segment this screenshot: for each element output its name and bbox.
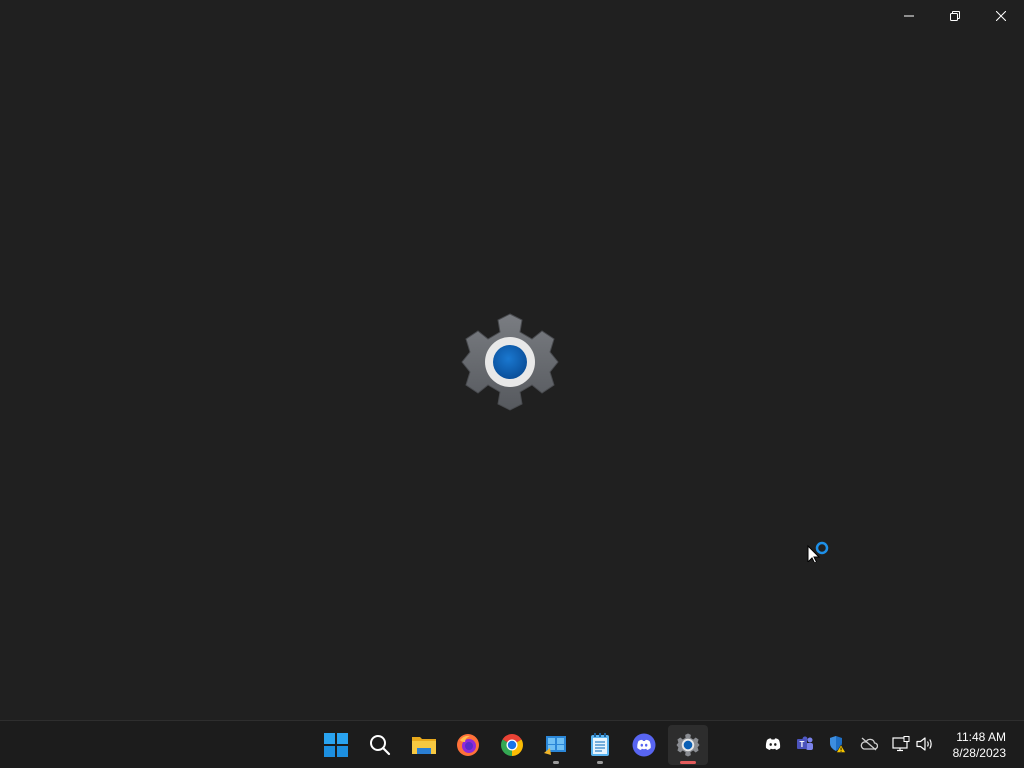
svg-text:T: T: [800, 740, 805, 749]
windows-logo-icon: [324, 733, 348, 757]
control-panel-icon: [544, 736, 566, 755]
discord-button[interactable]: [624, 725, 664, 765]
file-explorer-button[interactable]: [404, 725, 444, 765]
search-button[interactable]: [360, 725, 400, 765]
restore-button[interactable]: [932, 0, 978, 32]
close-icon: [996, 11, 1006, 21]
control-panel-button[interactable]: [536, 725, 576, 765]
chrome-icon: [501, 734, 523, 756]
caption-buttons: [886, 0, 1024, 32]
defender-warning-icon[interactable]: [826, 733, 848, 755]
firefox-button[interactable]: [448, 725, 488, 765]
settings-window: [0, 0, 1024, 720]
settings-button[interactable]: [668, 725, 708, 765]
minimize-button[interactable]: [886, 0, 932, 32]
folder-icon: [412, 737, 436, 754]
notepad-icon: [591, 733, 609, 756]
volume-icon[interactable]: [914, 733, 936, 755]
running-indicator: [597, 761, 603, 764]
settings-gear-icon: [676, 733, 700, 757]
chrome-button[interactable]: [492, 725, 532, 765]
busy-cursor-icon: [807, 541, 829, 562]
system-clock[interactable]: 11:48 AM 8/28/2023: [953, 729, 1006, 761]
network-icon[interactable]: [890, 733, 912, 755]
settings-gear-icon: [461, 313, 559, 411]
search-icon: [370, 735, 391, 756]
discord-icon: [632, 733, 656, 757]
clock-date: 8/28/2023: [952, 746, 1006, 760]
active-indicator: [680, 761, 696, 764]
running-indicator: [553, 761, 559, 764]
close-button[interactable]: [978, 0, 1024, 32]
restore-icon: [950, 11, 960, 21]
notepad-button[interactable]: [580, 725, 620, 765]
discord-tray-icon[interactable]: [762, 733, 784, 755]
start-button[interactable]: [316, 725, 356, 765]
teams-icon[interactable]: T: [794, 733, 816, 755]
taskbar: T 11:48 AM 8/28/2023: [0, 720, 1024, 768]
minimize-icon: [904, 15, 914, 17]
clock-time: 11:48 AM: [956, 730, 1006, 744]
firefox-icon: [457, 734, 479, 756]
onedrive-offline-icon[interactable]: [858, 733, 880, 755]
